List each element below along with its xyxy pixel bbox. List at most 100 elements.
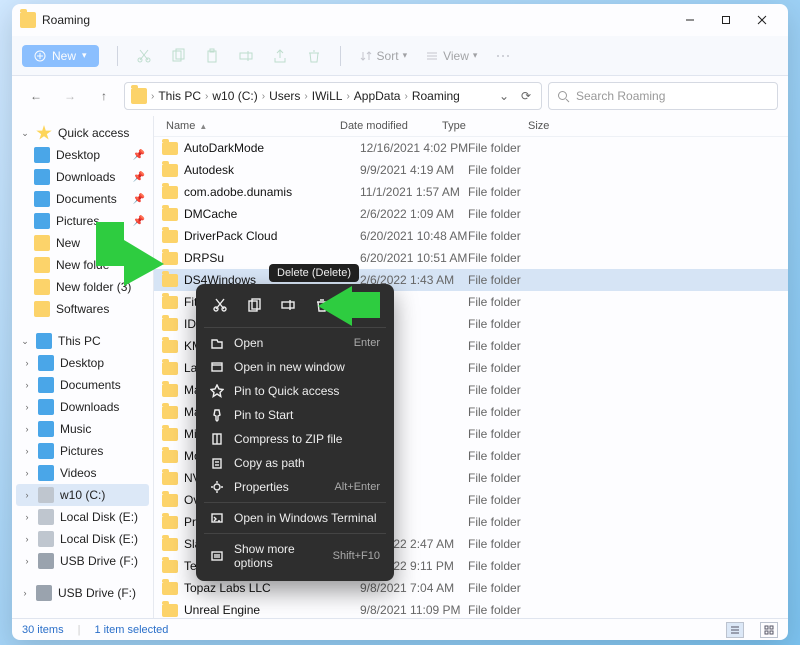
- sidebar-item[interactable]: ›Pictures: [16, 440, 149, 462]
- sidebar-item[interactable]: ›Local Disk (E:): [16, 506, 149, 528]
- sidebar-this-pc[interactable]: ⌄This PC: [16, 330, 149, 352]
- drive-icon: [38, 465, 54, 481]
- drive-icon: [38, 421, 54, 437]
- thumbnails-view-button[interactable]: [760, 622, 778, 638]
- sort-asc-icon: ▲: [199, 122, 207, 131]
- window-title: Roaming: [42, 13, 90, 27]
- table-row[interactable]: Autodesk9/9/2021 4:19 AMFile folder: [154, 159, 788, 181]
- table-row[interactable]: com.adobe.dunamis11/1/2021 1:57 AMFile f…: [154, 181, 788, 203]
- sidebar-item[interactable]: Softwares: [16, 298, 149, 320]
- context-menu-item[interactable]: PropertiesAlt+Enter: [202, 475, 388, 499]
- minimize-button[interactable]: [672, 6, 708, 34]
- status-selected: 1 item selected: [94, 624, 168, 636]
- folder-icon: [162, 384, 178, 397]
- up-button[interactable]: ↑: [90, 82, 118, 110]
- context-menu-item[interactable]: Pin to Quick access: [202, 379, 388, 403]
- new-button[interactable]: New ▾: [22, 45, 99, 67]
- breadcrumb[interactable]: This PC: [158, 89, 201, 103]
- sidebar-item[interactable]: Documents📌: [16, 188, 149, 210]
- props-icon: [210, 480, 224, 494]
- context-menu-item[interactable]: Pin to Start: [202, 403, 388, 427]
- folder-icon: [34, 213, 50, 229]
- refresh-button[interactable]: ⟳: [517, 89, 535, 103]
- folder-icon: [162, 406, 178, 419]
- folder-icon: [162, 494, 178, 507]
- folder-icon: [34, 301, 50, 317]
- rename-icon[interactable]: [238, 48, 254, 64]
- drive-icon: [38, 377, 54, 393]
- folder-icon: [34, 235, 50, 251]
- sidebar-item[interactable]: ›w10 (C:): [16, 484, 149, 506]
- address-dropdown-icon[interactable]: ⌄: [495, 89, 513, 103]
- context-menu-item[interactable]: Open in Windows Terminal: [202, 506, 388, 530]
- breadcrumb[interactable]: Users: [269, 89, 300, 103]
- folder-icon: [162, 428, 178, 441]
- context-menu-item[interactable]: OpenEnter: [202, 331, 388, 355]
- titlebar: Roaming: [12, 4, 788, 36]
- sidebar-item[interactable]: ›Desktop: [16, 352, 149, 374]
- sidebar-item[interactable]: ›Music: [16, 418, 149, 440]
- table-row[interactable]: Unreal Engine9/8/2021 11:09 PMFile folde…: [154, 599, 788, 618]
- sidebar-item[interactable]: ›USB Drive (F:): [16, 550, 149, 572]
- folder-icon: [162, 362, 178, 375]
- folder-icon: [162, 472, 178, 485]
- ctx-cut-button[interactable]: [206, 292, 234, 318]
- address-bar[interactable]: › This PC› w10 (C:)› Users› IWiLL› AppDa…: [124, 82, 542, 110]
- cut-icon[interactable]: [136, 48, 152, 64]
- context-menu-item[interactable]: Compress to ZIP file: [202, 427, 388, 451]
- more-icon[interactable]: [495, 48, 511, 64]
- maximize-button[interactable]: [708, 6, 744, 34]
- context-menu-item[interactable]: Open in new window: [202, 355, 388, 379]
- sidebar-item[interactable]: Downloads📌: [16, 166, 149, 188]
- breadcrumb[interactable]: AppData: [354, 89, 401, 103]
- pc-icon: [36, 333, 52, 349]
- status-bar: 30 items | 1 item selected: [12, 618, 788, 640]
- sidebar-quick-access[interactable]: ⌄Quick access: [16, 122, 149, 144]
- folder-icon: [162, 164, 178, 177]
- view-button[interactable]: View▾: [425, 49, 477, 63]
- table-row[interactable]: DriverPack Cloud6/20/2021 10:48 AMFile f…: [154, 225, 788, 247]
- share-icon[interactable]: [272, 48, 288, 64]
- breadcrumb[interactable]: w10 (C:): [212, 89, 257, 103]
- delete-icon[interactable]: [306, 48, 322, 64]
- context-menu: OpenEnterOpen in new windowPin to Quick …: [196, 284, 394, 581]
- sidebar-item[interactable]: Desktop📌: [16, 144, 149, 166]
- sidebar-usb-drive[interactable]: ›USB Drive (F:): [16, 582, 149, 604]
- breadcrumb[interactable]: IWiLL: [312, 89, 343, 103]
- search-input[interactable]: Search Roaming: [548, 82, 778, 110]
- breadcrumb[interactable]: Roaming: [412, 89, 460, 103]
- context-menu-item[interactable]: Copy as path: [202, 451, 388, 475]
- folder-icon: [34, 279, 50, 295]
- close-button[interactable]: [744, 6, 780, 34]
- sidebar-item[interactable]: ›Videos: [16, 462, 149, 484]
- sidebar-item[interactable]: ›Local Disk (E:): [16, 528, 149, 550]
- pin-icon: [210, 408, 224, 422]
- more-icon: [210, 549, 224, 563]
- window-icon: [210, 360, 224, 374]
- window-folder-icon: [20, 12, 36, 28]
- folder-icon: [162, 516, 178, 529]
- context-menu-item[interactable]: Show more optionsShift+F10: [202, 537, 388, 575]
- sidebar-item[interactable]: ›Documents: [16, 374, 149, 396]
- ctx-rename-button[interactable]: [274, 292, 302, 318]
- ctx-copy-button[interactable]: [240, 292, 268, 318]
- table-row[interactable]: DMCache2/6/2022 1:09 AMFile folder: [154, 203, 788, 225]
- status-count: 30 items: [22, 624, 64, 636]
- sidebar-item[interactable]: ›Downloads: [16, 396, 149, 418]
- delete-tooltip: Delete (Delete): [269, 264, 359, 282]
- column-headers[interactable]: Name▲ Date modified Type Size: [154, 116, 788, 137]
- back-button[interactable]: ←: [22, 82, 50, 110]
- table-row[interactable]: DRPSu6/20/2021 10:51 AMFile folder: [154, 247, 788, 269]
- details-view-button[interactable]: [726, 622, 744, 638]
- paste-icon[interactable]: [204, 48, 220, 64]
- copy-icon[interactable]: [170, 48, 186, 64]
- folder-icon: [34, 191, 50, 207]
- sidebar: ⌄Quick access Desktop📌Downloads📌Document…: [12, 116, 154, 618]
- drive-icon: [38, 553, 54, 569]
- folder-icon: [162, 296, 178, 309]
- forward-button[interactable]: →: [56, 82, 84, 110]
- folder-icon: [162, 538, 178, 551]
- table-row[interactable]: AutoDarkMode12/16/2021 4:02 PMFile folde…: [154, 137, 788, 159]
- sort-button[interactable]: Sort▾: [359, 49, 408, 63]
- drive-icon: [38, 509, 54, 525]
